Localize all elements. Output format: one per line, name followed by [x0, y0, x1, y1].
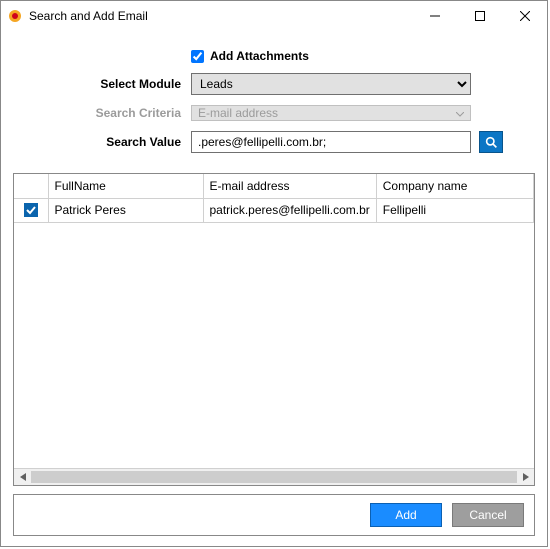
scroll-left-arrow[interactable] [14, 469, 31, 485]
results-table: FullName E-mail address Company name Pat… [14, 174, 534, 223]
cell-fullname: Patrick Peres [48, 198, 203, 222]
minimize-button[interactable] [412, 1, 457, 31]
check-icon [26, 205, 36, 215]
select-module-dropdown[interactable]: Leads [191, 73, 471, 95]
results-grid: FullName E-mail address Company name Pat… [13, 173, 535, 486]
table-header-row: FullName E-mail address Company name [14, 174, 534, 198]
cell-company: Fellipelli [376, 198, 533, 222]
close-button[interactable] [502, 1, 547, 31]
search-value-input[interactable] [191, 131, 471, 153]
add-attachments-checkbox-label[interactable]: Add Attachments [191, 49, 309, 63]
column-checkbox[interactable] [14, 174, 48, 198]
horizontal-scrollbar[interactable] [14, 468, 534, 485]
row-checkbox[interactable] [24, 203, 38, 217]
row-search-criteria: Search Criteria E-mail address [31, 105, 517, 121]
add-attachments-checkbox[interactable] [191, 50, 204, 63]
column-email[interactable]: E-mail address [203, 174, 376, 198]
row-checkbox-cell[interactable] [14, 198, 48, 222]
row-add-attachments: Add Attachments [31, 49, 517, 63]
cancel-button[interactable]: Cancel [452, 503, 524, 527]
add-attachments-text: Add Attachments [210, 49, 309, 63]
search-criteria-dropdown: E-mail address [191, 105, 471, 121]
row-select-module: Select Module Leads [31, 73, 517, 95]
dialog-window: Search and Add Email Add Attachments [0, 0, 548, 547]
cell-email: patrick.peres@fellipelli.com.br [203, 198, 376, 222]
table-row[interactable]: Patrick Peres patrick.peres@fellipelli.c… [14, 198, 534, 222]
footer: Add Cancel [13, 494, 535, 536]
search-criteria-label: Search Criteria [31, 106, 191, 120]
chevron-down-icon [456, 106, 464, 120]
select-module-label: Select Module [31, 77, 191, 91]
form-area: Add Attachments Select Module Leads Sear… [11, 31, 537, 167]
column-fullname[interactable]: FullName [48, 174, 203, 198]
row-search-value: Search Value [31, 131, 517, 153]
search-criteria-value: E-mail address [198, 106, 278, 120]
content-area: Add Attachments Select Module Leads Sear… [1, 31, 547, 546]
maximize-button[interactable] [457, 1, 502, 31]
window-controls [412, 1, 547, 31]
titlebar: Search and Add Email [1, 1, 547, 31]
grid-empty-area [14, 223, 534, 469]
add-button[interactable]: Add [370, 503, 442, 527]
column-company[interactable]: Company name [376, 174, 533, 198]
scroll-track[interactable] [31, 471, 517, 483]
app-icon [7, 8, 23, 24]
window-title: Search and Add Email [29, 9, 412, 23]
search-value-label: Search Value [31, 135, 191, 149]
search-icon [485, 136, 498, 149]
scroll-right-arrow[interactable] [517, 469, 534, 485]
search-button[interactable] [479, 131, 503, 153]
